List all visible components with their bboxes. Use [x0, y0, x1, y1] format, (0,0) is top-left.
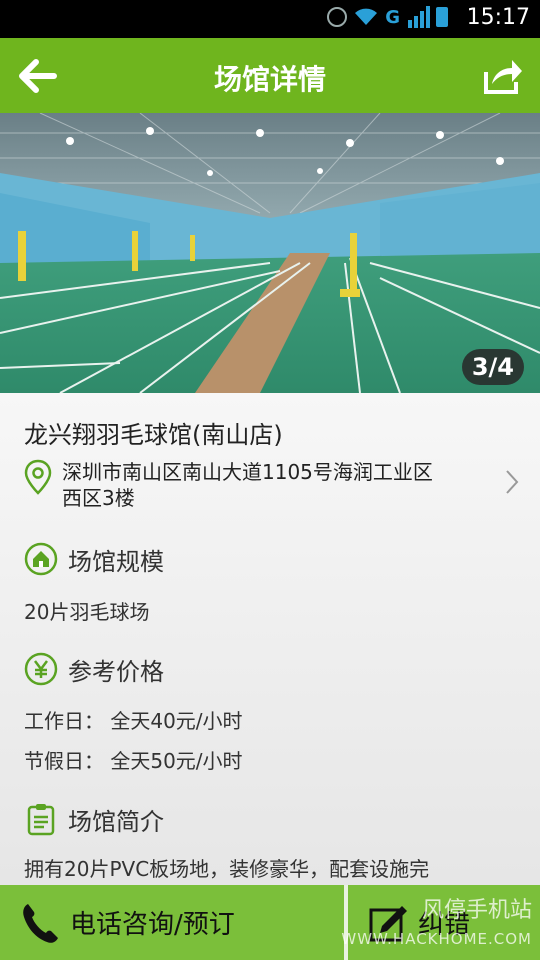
edit-icon — [369, 905, 407, 941]
call-booking-label: 电话咨询/预订 — [70, 910, 235, 940]
status-icons: G — [327, 6, 448, 28]
price-holiday: 节假日： 全天50元/小时 — [24, 749, 243, 773]
venue-photo[interactable]: 3/4 — [0, 113, 540, 393]
phone-icon — [23, 903, 58, 943]
network-type: G — [385, 6, 400, 28]
price-weekday: 工作日： 全天40元/小时 — [24, 709, 243, 733]
clock: 15:17 — [466, 5, 530, 30]
status-bar: G 15:17 — [0, 0, 540, 38]
intro-text: 拥有20片PVC板场地，装修豪华，配套设施完 — [24, 857, 430, 881]
location-pin-icon — [24, 459, 52, 495]
address-line-1: 深圳市南山区南山大道1105号海润工业区 — [62, 460, 433, 484]
page-title: 场馆详情 — [213, 63, 326, 96]
clipboard-icon — [27, 804, 55, 836]
report-error-label: 纠错 — [418, 910, 471, 940]
share-icon[interactable] — [482, 56, 522, 96]
battery-icon — [436, 7, 448, 27]
signal-icon — [408, 6, 430, 28]
section-scale-title: 场馆规模 — [24, 539, 164, 579]
badminton-hall-image — [0, 113, 540, 393]
scale-text: 20片羽毛球场 — [24, 600, 150, 624]
address-row[interactable]: 深圳市南山区南山大道1105号海润工业区 西区3楼 — [24, 459, 524, 519]
call-booking-button[interactable]: 电话咨询/预订 — [0, 885, 344, 960]
venue-name: 龙兴翔羽毛球馆(南山店) — [24, 421, 283, 449]
alarm-icon — [327, 7, 348, 27]
venue-details: 龙兴翔羽毛球馆(南山店) 深圳市南山区南山大道1105号海润工业区 西区3楼 场… — [0, 393, 540, 885]
section-price-label: 参考价格 — [68, 657, 164, 686]
address-text: 深圳市南山区南山大道1105号海润工业区 西区3楼 — [62, 459, 492, 511]
report-error-button[interactable]: 纠错 — [348, 885, 540, 960]
section-intro-label: 场馆简介 — [68, 807, 164, 836]
chevron-right-icon — [506, 470, 519, 494]
wifi-icon — [355, 8, 378, 25]
gallery-counter: 3/4 — [461, 349, 524, 385]
bottom-action-bar: 电话咨询/预订 纠错 风停手机站 WWW.HACKHOME.COM — [0, 885, 540, 960]
section-price-title: 参考价格 — [24, 649, 164, 689]
home-icon — [24, 542, 58, 576]
section-scale-label: 场馆规模 — [68, 547, 164, 576]
app-header: 场馆详情 — [0, 38, 540, 113]
section-intro-title: 场馆简介 — [24, 799, 164, 839]
address-line-2: 西区3楼 — [62, 486, 135, 510]
yen-icon — [24, 652, 58, 686]
